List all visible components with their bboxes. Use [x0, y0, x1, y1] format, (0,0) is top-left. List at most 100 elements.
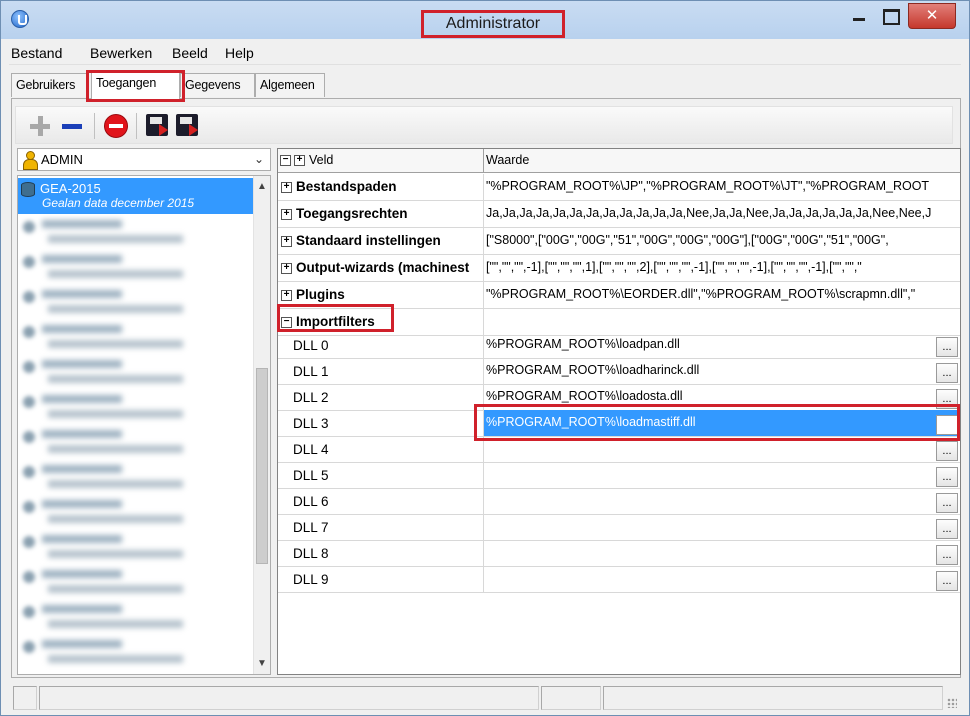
- field-value: "%PROGRAM_ROOT%\EORDER.dll","%PROGRAM_RO…: [486, 287, 916, 301]
- title-bar[interactable]: Administrator ✕: [1, 1, 969, 39]
- header-waarde[interactable]: Waarde: [484, 149, 960, 173]
- redacted-text: [42, 430, 122, 438]
- grid-row-bestandspaden[interactable]: + Bestandspaden "%PROGRAM_ROOT%\JP","%PRO…: [278, 174, 960, 201]
- browse-button[interactable]: ...: [936, 545, 958, 565]
- value-cell[interactable]: ...: [484, 514, 960, 540]
- tab-toegangen[interactable]: Toegangen: [91, 71, 180, 99]
- expand-icon[interactable]: +: [281, 236, 292, 247]
- menu-help[interactable]: Help: [225, 45, 254, 61]
- list-item[interactable]: [18, 530, 254, 566]
- app-icon[interactable]: [11, 10, 29, 28]
- database-list[interactable]: GEA-2015 Gealan data december 2015 ▲ ▼: [17, 175, 271, 675]
- header-veld[interactable]: − + Veld: [278, 149, 484, 173]
- grid-row-standaard-instellingen[interactable]: + Standaard instellingen ["S8000",["00G",…: [278, 228, 960, 255]
- resize-grip-icon[interactable]: [947, 698, 957, 708]
- menu-bestand[interactable]: Bestand: [11, 45, 62, 61]
- tab-algemeen[interactable]: Algemeen: [255, 73, 325, 97]
- value-cell[interactable]: ...: [484, 436, 960, 462]
- user-icon: [21, 151, 38, 170]
- value-cell[interactable]: %PROGRAM_ROOT%\loadpan.dll...: [484, 332, 960, 358]
- browse-button[interactable]: ...: [936, 363, 958, 383]
- add-icon[interactable]: [28, 114, 52, 138]
- grid-row-dll-3[interactable]: DLL 3 %PROGRAM_ROOT%\loadmastiff.dll: [278, 410, 960, 437]
- list-item[interactable]: [18, 390, 254, 426]
- save-as-icon[interactable]: [176, 114, 198, 136]
- value-cell[interactable]: ...: [484, 462, 960, 488]
- browse-button[interactable]: ...: [936, 571, 958, 591]
- grid-row-dll-9[interactable]: DLL 9 ...: [278, 566, 960, 593]
- grid-row-dll-1[interactable]: DLL 1 %PROGRAM_ROOT%\loadharinck.dll...: [278, 358, 960, 385]
- grid-row-output-wizards[interactable]: + Output-wizards (machinest ["","","",-1]…: [278, 255, 960, 282]
- save-icon[interactable]: [146, 114, 168, 136]
- list-item[interactable]: [18, 425, 254, 461]
- chevron-down-icon[interactable]: ⌄: [254, 152, 264, 166]
- expand-icon[interactable]: +: [281, 290, 292, 301]
- grid-row-dll-2[interactable]: DLL 2 %PROGRAM_ROOT%\loadosta.dll...: [278, 384, 960, 411]
- database-icon: [23, 396, 35, 408]
- list-scrollbar[interactable]: ▲ ▼: [253, 176, 270, 674]
- grid-row-dll-8[interactable]: DLL 8 ...: [278, 540, 960, 567]
- properties-grid[interactable]: − + Veld Waarde + Bestandspaden "%PROGRAM…: [277, 148, 961, 675]
- field-label: Output-wizards (machinest: [296, 260, 470, 275]
- list-item[interactable]: [18, 635, 254, 671]
- grid-row-dll-6[interactable]: DLL 6 ...: [278, 488, 960, 515]
- tab-gebruikers[interactable]: Gebruikers: [11, 73, 87, 97]
- remove-icon[interactable]: [60, 114, 84, 138]
- list-item[interactable]: [18, 285, 254, 321]
- grid-row-plugins[interactable]: + Plugins "%PROGRAM_ROOT%\EORDER.dll","%P…: [278, 282, 960, 309]
- expand-icon[interactable]: +: [281, 209, 292, 220]
- menu-beeld[interactable]: Beeld: [172, 45, 208, 61]
- collapse-all-icon[interactable]: −: [280, 155, 291, 166]
- close-button[interactable]: ✕: [908, 3, 956, 29]
- toolbar-separator: [136, 113, 137, 139]
- browse-button[interactable]: ...: [936, 493, 958, 513]
- browse-button[interactable]: ...: [936, 467, 958, 487]
- value-cell[interactable]: %PROGRAM_ROOT%\loadmastiff.dll: [484, 410, 960, 436]
- scroll-down-icon[interactable]: ▼: [254, 655, 270, 672]
- browse-button[interactable]: [936, 415, 958, 435]
- value-cell[interactable]: ...: [484, 566, 960, 592]
- grid-row-dll-7[interactable]: DLL 7 ...: [278, 514, 960, 541]
- expand-icon[interactable]: +: [281, 182, 292, 193]
- minimize-button[interactable]: [844, 3, 874, 29]
- expand-icon[interactable]: +: [281, 263, 292, 274]
- list-item[interactable]: [18, 495, 254, 531]
- grid-row-dll-0[interactable]: DLL 0 %PROGRAM_ROOT%\loadpan.dll...: [278, 332, 960, 359]
- redacted-text: [48, 235, 183, 243]
- field-label: DLL 9: [293, 572, 329, 587]
- database-icon: [23, 326, 35, 338]
- browse-button[interactable]: ...: [936, 337, 958, 357]
- toolbar: [15, 106, 953, 144]
- list-item[interactable]: [18, 250, 254, 286]
- list-item[interactable]: [18, 565, 254, 601]
- field-label: DLL 4: [293, 442, 329, 457]
- list-item[interactable]: [18, 460, 254, 496]
- browse-button[interactable]: ...: [936, 519, 958, 539]
- list-item[interactable]: [18, 600, 254, 636]
- grid-row-toegangsrechten[interactable]: + Toegangsrechten Ja,Ja,Ja,Ja,Ja,Ja,Ja,Ja…: [278, 201, 960, 228]
- grid-row-dll-5[interactable]: DLL 5 ...: [278, 462, 960, 489]
- menu-bewerken[interactable]: Bewerken: [90, 45, 152, 61]
- value-cell[interactable]: ...: [484, 540, 960, 566]
- grid-row-dll-4[interactable]: DLL 4 ...: [278, 436, 960, 463]
- scroll-up-icon[interactable]: ▲: [254, 178, 270, 195]
- redacted-text: [42, 395, 122, 403]
- field-label: DLL 0: [293, 338, 329, 353]
- tab-gegevens[interactable]: Gegevens: [180, 73, 255, 97]
- user-select[interactable]: ADMIN ⌄: [17, 148, 271, 171]
- browse-button[interactable]: ...: [936, 389, 958, 409]
- list-item[interactable]: [18, 215, 254, 251]
- expand-all-icon[interactable]: +: [294, 155, 305, 166]
- field-value: ["","","",-1],["","","",1],["","","",2],…: [486, 260, 862, 274]
- value-cell[interactable]: ...: [484, 488, 960, 514]
- browse-button[interactable]: ...: [936, 441, 958, 461]
- stop-icon[interactable]: [104, 114, 128, 138]
- list-item-selected[interactable]: GEA-2015 Gealan data december 2015: [18, 178, 254, 214]
- collapse-icon[interactable]: −: [281, 317, 292, 328]
- list-item[interactable]: [18, 355, 254, 391]
- value-cell[interactable]: %PROGRAM_ROOT%\loadharinck.dll...: [484, 358, 960, 384]
- maximize-button[interactable]: [875, 3, 903, 29]
- scroll-thumb[interactable]: [256, 368, 268, 564]
- value-cell[interactable]: %PROGRAM_ROOT%\loadosta.dll...: [484, 384, 960, 410]
- list-item[interactable]: [18, 320, 254, 356]
